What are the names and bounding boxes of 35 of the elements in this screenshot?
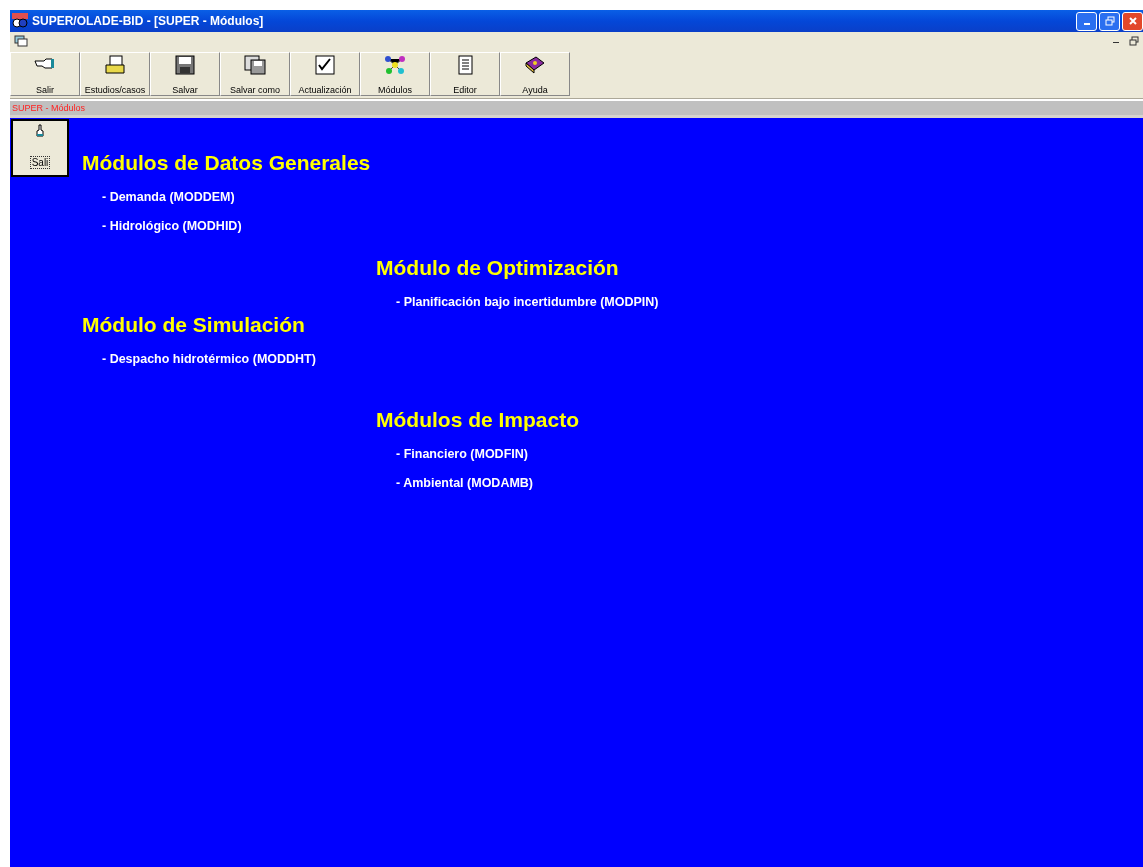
- module-link[interactable]: - Despacho hidrotérmico (MODDHT): [102, 352, 659, 366]
- document-window-icon[interactable]: [14, 35, 28, 47]
- module-link[interactable]: - Planificación bajo incertidumbre (MODPIN): [396, 295, 659, 309]
- section-heading: Módulo de Simulación: [82, 313, 306, 337]
- checklist-icon: [315, 55, 335, 75]
- toolbar-button[interactable]: Salir: [10, 52, 80, 96]
- network-icon: [384, 55, 406, 75]
- minimize-button[interactable]: [1076, 11, 1097, 31]
- toolbar-button[interactable]: Ayuda: [500, 52, 570, 96]
- toolbar-button[interactable]: Estudios/casos: [80, 52, 150, 96]
- module-link[interactable]: - Ambiental (MODAMB): [396, 476, 659, 490]
- caption-text: SUPER - Módulos: [12, 103, 86, 113]
- folder-icon: [104, 55, 126, 75]
- section-heading: Módulos de Impacto: [376, 408, 580, 432]
- app-icon: [12, 13, 28, 29]
- exit-button[interactable]: Sali: [11, 119, 69, 177]
- module-link[interactable]: - Financiero (MODFIN): [396, 447, 659, 461]
- toolbar-button[interactable]: Módulos: [360, 52, 430, 96]
- toolbar-button[interactable]: Actualización: [290, 52, 360, 96]
- floppy-disks-icon: [244, 55, 266, 75]
- module-link[interactable]: - Hidrológico (MODHID): [102, 219, 659, 233]
- toolbar-button[interactable]: Salvar: [150, 52, 220, 96]
- book-icon: [524, 55, 546, 75]
- section-heading: Módulos de Datos Generales: [82, 151, 372, 175]
- restore-icon: [1104, 16, 1115, 26]
- toolbar-button[interactable]: Salvar como: [220, 52, 290, 96]
- close-icon: [1128, 17, 1137, 25]
- document-icon: [456, 55, 474, 75]
- restore-icon[interactable]: [1129, 36, 1139, 46]
- window-title: SUPER/OLADE-BID - [SUPER - Módulos]: [32, 14, 264, 28]
- module-link[interactable]: - Demanda (MODDEM): [102, 190, 659, 204]
- close-button[interactable]: [1122, 11, 1143, 31]
- toolbar-button[interactable]: Editor: [430, 52, 500, 96]
- restore-button[interactable]: [1099, 11, 1120, 31]
- section-heading: Módulo de Optimización: [376, 256, 620, 280]
